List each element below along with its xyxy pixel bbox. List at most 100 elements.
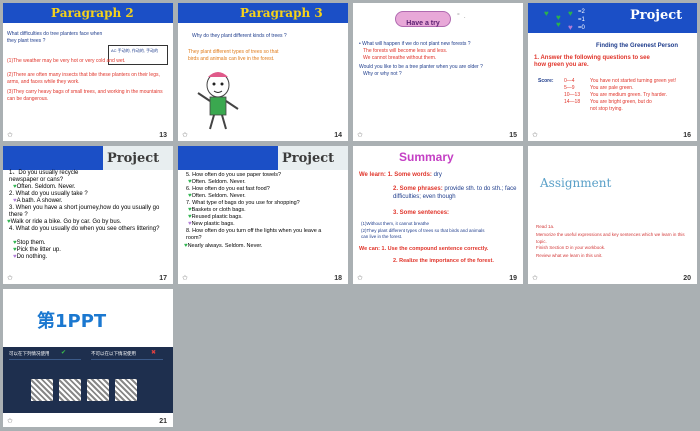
assignment-item-3: Finish Section D in your workbook. — [536, 245, 606, 250]
slide-number: 16 — [683, 132, 691, 139]
star-icon: ✩ — [7, 275, 13, 282]
slide-number: 19 — [509, 275, 517, 282]
hearts-group: ♥ ♥ ♥ =2 ♥ =1 ♥ =0 — [542, 7, 602, 33]
slide-thumbnail-21[interactable]: 第1PPT 可以在下列情况使用 不可以在以下情况使用 ✔ ✖ ✩ 21 — [3, 289, 173, 427]
options-text: Pick the litter up. — [16, 247, 61, 253]
can-1: We can: 1. Use the compound sentence cor… — [359, 246, 489, 252]
options-text: A bath. A shower. — [16, 198, 63, 204]
can-2: 2. Realize the importance of the forest. — [393, 258, 494, 264]
star-icon: ✩ — [532, 275, 538, 282]
learn-words-value: dry — [433, 172, 442, 178]
badge-label: Have a try — [406, 20, 440, 27]
cross-icon: ✖ — [151, 350, 157, 356]
question-2: 2. What do you usually take ? — [9, 191, 88, 197]
assignment-item-4: Review what we learn in this unit. — [536, 253, 603, 258]
star-icon: ✩ — [7, 132, 13, 139]
slide-number: 15 — [509, 132, 517, 139]
slide-thumbnail-19[interactable]: Summary We learn: 1. Some words: dry 2. … — [353, 146, 523, 284]
options-text: Often. Seldom. Never. — [16, 184, 76, 190]
slide-title: Project — [107, 151, 160, 166]
logo-number: 第1 — [37, 311, 68, 332]
star-icon: ✩ — [532, 132, 538, 139]
answer-3: (3)They carry heavy bags of small trees,… — [7, 89, 163, 102]
options-5: ♥Often. Seldom. Never. — [188, 179, 246, 186]
star-icon: ✩ — [357, 132, 363, 139]
option-4a: ♥Stop them. — [13, 240, 46, 247]
learn-phrases-label: 2. Some phrases: — [393, 186, 443, 192]
slide-title: Project — [630, 8, 683, 23]
score-desc-2: You are pale green. — [590, 85, 634, 91]
promo-text-block-right — [91, 359, 163, 374]
options-text: New plastic bags. — [191, 221, 235, 227]
star-icon: ✩ — [357, 275, 363, 282]
options-text: Do nothing. — [16, 254, 48, 260]
cartoon-figure-icon — [197, 72, 239, 130]
assignment-item-1: Read 1a. — [536, 224, 555, 229]
learn-words-label: We learn: 1. Some words: — [359, 172, 432, 178]
score-eq: =0 — [578, 25, 585, 31]
learn-phrases: 2. Some phrases: provide sth. to do sth.… — [393, 185, 519, 201]
score-eq: =1 — [578, 17, 585, 23]
options-text: Nearly always. Seldom. Never. — [187, 243, 263, 249]
star-icon: ✩ — [182, 275, 188, 282]
score-range-1: 0—4 — [564, 78, 575, 84]
slide-thumbnail-15[interactable]: Have a try ° . • What will happen if we … — [353, 3, 523, 141]
slide-number: 17 — [159, 275, 167, 282]
slide-thumbnail-17[interactable]: Project 1、Do you usually recycle newspap… — [3, 146, 173, 284]
question-5: 5. How often do you use paper towels? — [186, 172, 282, 178]
slide-number: 20 — [683, 275, 691, 282]
options-3: ♥Walk or ride a bike. Go by car. Go by b… — [7, 219, 171, 226]
heart-icon: ♥ — [556, 20, 561, 29]
slide-title: Paragraph 2 — [51, 6, 134, 20]
score-range-2: 5—9 — [564, 85, 575, 91]
score-eq: =2 — [578, 9, 585, 15]
promo-panel: 可以在下列情况使用 不可以在以下情况使用 ✔ ✖ — [3, 347, 173, 413]
question-text: Why do they plant different kinds of tre… — [192, 33, 287, 39]
option-7b: ♥Reused plastic bags. — [188, 214, 243, 221]
slide-thumbnail-13[interactable]: Paragraph 2 What difficulties do tree pl… — [3, 3, 173, 141]
slide-number: 14 — [334, 132, 342, 139]
left-heading: 可以在下列情况使用 — [9, 351, 50, 356]
question-6: 6. How often do you eat fast food? — [186, 186, 270, 192]
options-2: ♥A bath. A shower. — [13, 198, 63, 205]
qr-icon — [31, 379, 53, 401]
answer-line-1: The forests will become less and less. — [363, 48, 448, 54]
question-4: 4. What do you usually do when you see o… — [9, 226, 160, 232]
decor-dots: ° . — [457, 13, 466, 20]
logo: 第1PPT — [37, 307, 106, 333]
slide-number: 18 — [334, 275, 342, 282]
qr-icon — [59, 379, 81, 401]
slide-title: Project — [282, 151, 335, 166]
slide-thumbnail-18[interactable]: Project 5. How often do you use paper to… — [178, 146, 348, 284]
question-2: Would you like to be a tree planter when… — [359, 64, 483, 70]
learn-sentences: 3. Some sentences: — [393, 210, 450, 216]
heart-icon: ♥ — [544, 9, 549, 18]
answer-1: (1)The weather may be very hot or very c… — [7, 58, 126, 64]
options-text: Baskets or cloth bags. — [191, 207, 246, 213]
score-desc-3: You are medium green. Try harder. — [590, 92, 668, 98]
answer-text: They plant different types of trees so t… — [188, 49, 279, 62]
subtitle: Finding the Greenest Person — [596, 43, 679, 49]
slide-thumbnail-14[interactable]: Paragraph 3 Why do they plant different … — [178, 3, 348, 141]
options-text: Often. Seldom. Never. — [191, 179, 246, 185]
heart-icon: ♥ — [568, 9, 573, 18]
star-icon: ✩ — [7, 418, 13, 425]
question-8: 8. How often do you turn off the lights … — [186, 228, 322, 241]
heart-icon: ♥ — [568, 23, 573, 32]
have-a-try-badge: Have a try — [395, 11, 451, 27]
question-1: 1、Do you usually recycle newspaper or ca… — [9, 170, 79, 183]
slide-title: Paragraph 3 — [240, 6, 323, 20]
slide-thumbnail-16[interactable]: ♥ ♥ ♥ =2 ♥ =1 ♥ =0 Project Finding the G… — [528, 3, 697, 141]
answer-line-2: We cannot breathe without them. — [363, 55, 437, 61]
qr-codes — [31, 379, 141, 407]
slide-title: Assignment — [540, 176, 612, 190]
option-4b: ♥Pick the litter up. — [13, 247, 61, 254]
slide-number: 21 — [159, 418, 167, 425]
options-6: ♥Often. Seldom. Never. — [188, 193, 246, 200]
logo-text: PPT — [67, 311, 107, 332]
learn-words: We learn: 1. Some words: dry — [359, 172, 442, 179]
slide-thumbnail-20[interactable]: Assignment Read 1a. Memorize the useful … — [528, 146, 697, 284]
score-range-4: 14—18 — [564, 99, 581, 105]
question-text: What difficulties do tree planters face … — [7, 31, 103, 44]
promo-text-block-left — [9, 359, 81, 374]
